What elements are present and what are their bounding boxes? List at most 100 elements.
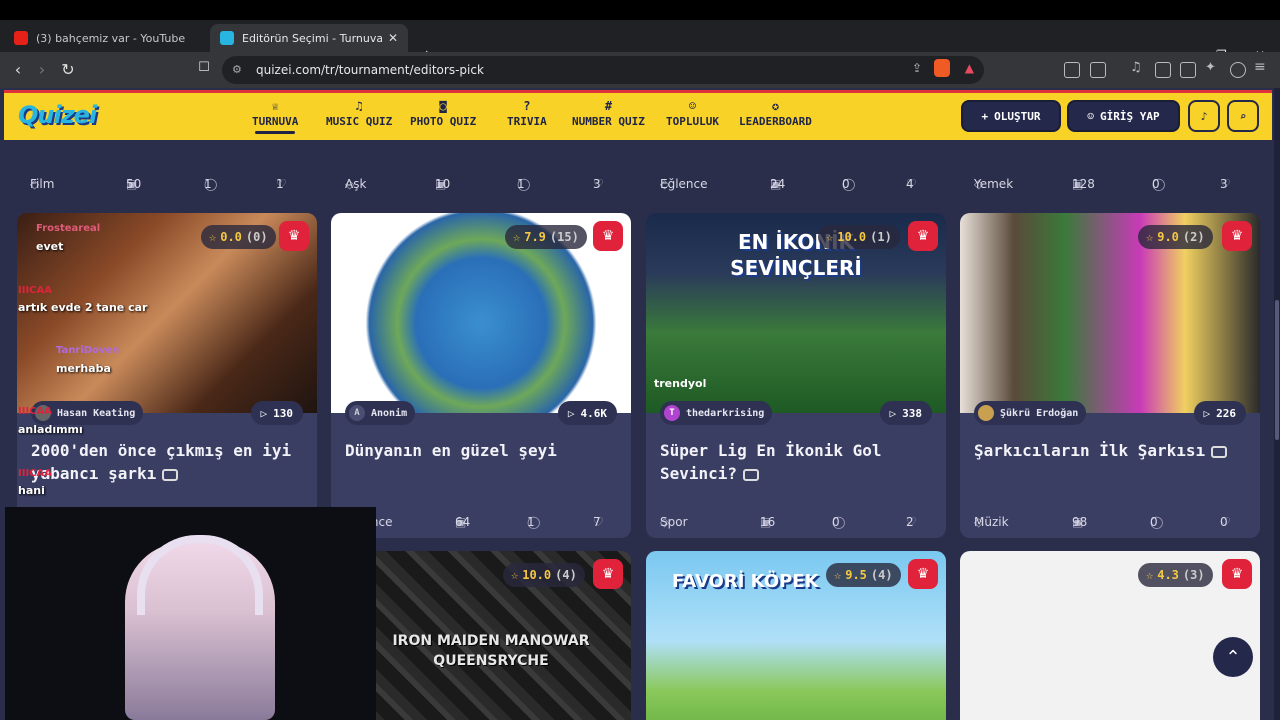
card-title[interactable]: Dünyanın en güzel şeyi [345, 439, 617, 462]
nav-label: TRIVIA [507, 115, 547, 128]
card-stats: ◇Eğlence ▣64 ◯1 ♡7 [331, 505, 631, 529]
avatar [978, 405, 994, 421]
crown-icon[interactable]: ♛ [593, 559, 623, 589]
sidebar-icon[interactable] [1155, 62, 1171, 78]
card-image-brand: trendyol [654, 377, 707, 390]
screenshot-icon[interactable] [1090, 62, 1106, 78]
music-extension-icon[interactable]: ♫ [1130, 60, 1146, 76]
author-badge[interactable]: A Anonim [345, 401, 416, 425]
close-tab-icon[interactable]: ✕ [388, 31, 398, 45]
search-icon: ⌕ [1239, 109, 1247, 123]
chat-username: IIICAA [18, 468, 52, 479]
card-title[interactable]: Süper Lig En İkonik Gol Sevinci? [660, 439, 932, 485]
leo-ai-icon[interactable]: ✦ [1205, 60, 1221, 76]
crown-icon[interactable]: ♛ [593, 221, 623, 251]
site-info-icon[interactable]: ⚙ [232, 63, 242, 76]
nav-music-quiz[interactable]: ♫ MUSIC QUIZ [326, 99, 392, 128]
play-icon: ▷ [889, 406, 897, 420]
nav-community[interactable]: ☺ TOPLULUK [666, 99, 719, 128]
tab-youtube[interactable]: (3) bahçemiz var - YouTube [4, 24, 204, 52]
question-icon: ? [523, 99, 531, 113]
tab-title: Editörün Seçimi - Turnuva - Quiz [242, 31, 382, 45]
nav-tournament[interactable]: ♕ TURNUVA [252, 99, 298, 134]
rating-badge: ☆ 7.9 (15) [505, 225, 587, 249]
back-icon[interactable]: ‹ [8, 60, 28, 79]
scrollbar-thumb[interactable] [1275, 300, 1279, 440]
site-header: Quizei ♕ TURNUVA ♫ MUSIC QUIZ ◙ PHOTO QU… [4, 90, 1272, 140]
reload-icon[interactable]: ↻ [58, 60, 78, 79]
login-button[interactable]: ☺ GİRİŞ YAP [1067, 100, 1180, 132]
crown-icon[interactable]: ♛ [1222, 221, 1252, 251]
scroll-to-top-button[interactable]: ⌃ [1213, 637, 1253, 677]
author-badge[interactable]: Tthedarkrising [660, 401, 773, 425]
chat-message: evet [36, 240, 64, 253]
crown-icon[interactable]: ♛ [908, 221, 938, 251]
crown-icon[interactable]: ♛ [908, 559, 938, 589]
wallet-icon[interactable] [1180, 62, 1196, 78]
quiz-card[interactable]: ☆ 9.0 (2) ♛ Şükrü Erdoğan ▷ 226 Şarkıcıları… [960, 213, 1260, 538]
chat-username: Frosteareal [36, 223, 101, 234]
brave-shield-icon[interactable] [934, 59, 950, 77]
star-icon: ☆ [511, 568, 519, 582]
award-icon: ✪ [771, 99, 780, 113]
url-text: quizei.com/tr/tournament/editors-pick [256, 63, 484, 77]
rating-badge: ☆ 0.0 (0) [201, 225, 276, 249]
crown-icon[interactable]: ♛ [1222, 559, 1252, 589]
star-icon: ☆ [826, 230, 834, 244]
quiz-card[interactable]: ☆ 0.0 (0) ♛ Hasan Keating ▷ 130 2000'den ön… [17, 213, 317, 538]
extensions-icon[interactable] [1064, 62, 1080, 78]
chat-message: merhaba [56, 362, 111, 375]
nav-label: LEADERBOARD [739, 115, 812, 128]
forward-icon[interactable]: › [32, 60, 52, 79]
card-image-caption: IRON MAIDEN MANOWAR QUEENSRYCHE [392, 633, 590, 669]
os-top-bar [0, 0, 1280, 20]
card-image-caption: FAVORİ KÖPEK [672, 571, 819, 592]
card-stats-top-3: ◇ Eğlence ▣ 24 ◯ 0 ♡ 4 [660, 177, 917, 191]
user-icon: ☺ [1087, 109, 1094, 123]
chat-username: IIICAA [18, 406, 52, 417]
chat-username: TanriDoven [56, 345, 120, 356]
tab-strip: (3) bahçemiz var - YouTube Editörün Seçi… [0, 20, 1280, 65]
play-count: ▷ 226 [1193, 401, 1246, 425]
quizei-logo[interactable]: Quizei [18, 101, 97, 129]
nav-trivia[interactable]: ? TRIVIA [507, 99, 547, 128]
url-field[interactable]: ⚙ quizei.com/tr/tournament/editors-pick … [222, 56, 984, 84]
play-count: ▷ 130 [250, 401, 303, 425]
star-icon: ☆ [1146, 568, 1154, 582]
quizei-favicon-icon [220, 31, 234, 45]
author-badge[interactable]: Şükrü Erdoğan [974, 401, 1087, 425]
quiz-card[interactable]: EN İKONİK SEVİNÇLERİ trendyol ☆ 10.0 (1) ♛… [646, 213, 946, 538]
card-image [960, 551, 1260, 720]
rating-badge: ☆ 10.0 (1) [818, 225, 900, 249]
users-icon: ☺ [688, 99, 697, 113]
quiz-card[interactable]: IRON MAIDEN MANOWAR QUEENSRYCHE ☆ 10.0 (4)… [331, 551, 631, 720]
create-button[interactable]: + OLUŞTUR [961, 100, 1061, 132]
create-label: OLUŞTUR [994, 109, 1041, 123]
notifications-button[interactable]: ♪ [1188, 100, 1220, 132]
chat-message: anladımmı [18, 423, 83, 436]
star-icon: ☆ [209, 230, 217, 244]
star-icon: ☆ [834, 568, 842, 582]
search-button[interactable]: ⌕ [1227, 100, 1259, 132]
card-title[interactable]: Şarkıcıların İlk Şarkısı [974, 439, 1246, 462]
nav-photo-quiz[interactable]: ◙ PHOTO QUIZ [410, 99, 476, 128]
nav-leaderboard[interactable]: ✪ LEADERBOARD [739, 99, 812, 128]
tab-quizei[interactable]: Editörün Seçimi - Turnuva - Quiz ✕ [210, 24, 408, 52]
rating-badge: ☆ 4.3 (3) [1138, 563, 1213, 587]
card-title[interactable]: 2000'den önce çıkmış en iyi yabancı şark… [31, 439, 303, 485]
quiz-card[interactable]: ☆ 7.9 (15) ♛ A Anonim ▷ 4.6K Dünyanın en güz… [331, 213, 631, 538]
hash-icon: # [604, 99, 613, 113]
brave-rewards-icon[interactable]: ▲ [965, 61, 974, 75]
nav-label: TOPLULUK [666, 115, 719, 128]
share-icon[interactable]: ⇪ [912, 61, 922, 75]
tab-title: (3) bahçemiz var - YouTube [36, 31, 186, 45]
nav-number-quiz[interactable]: # NUMBER QUIZ [572, 99, 645, 128]
vpn-icon[interactable] [1230, 62, 1246, 78]
video-icon [743, 468, 760, 481]
menu-icon[interactable]: ≡ [1254, 59, 1270, 75]
quiz-card[interactable]: ☆ 4.3 (3) ♛ [960, 551, 1260, 720]
quiz-card[interactable]: FAVORİ KÖPEK ☆ 9.5 (4) ♛ [646, 551, 946, 720]
rating-badge: ☆ 9.5 (4) [826, 563, 901, 587]
bookmark-icon[interactable]: ☐ [194, 60, 214, 75]
crown-icon[interactable]: ♛ [279, 221, 309, 251]
